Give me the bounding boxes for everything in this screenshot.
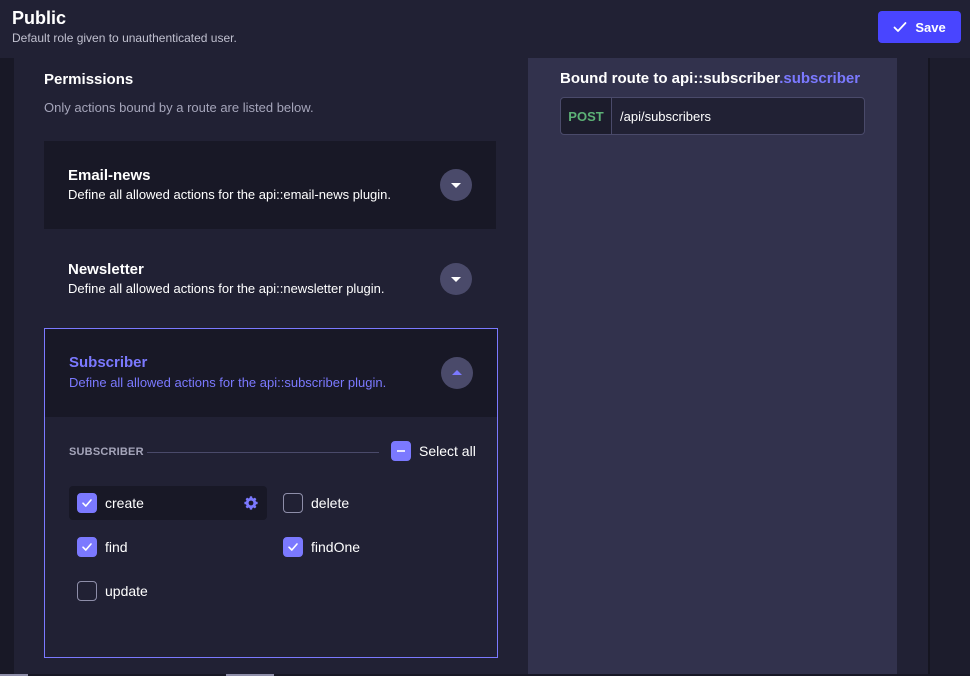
- accordion-email-news[interactable]: Email-news Define all allowed actions fo…: [44, 141, 496, 229]
- action-create[interactable]: create: [69, 486, 267, 520]
- route-display: POST /api/subscribers: [560, 97, 865, 135]
- accordion-description: Define all allowed actions for the api::…: [69, 375, 387, 390]
- bound-route-panel: Bound route to api::subscriber.subscribe…: [528, 58, 897, 674]
- accordion-title: Subscriber: [69, 354, 148, 371]
- accordion-header[interactable]: Newsletter Define all allowed actions fo…: [44, 235, 496, 323]
- action-delete[interactable]: delete: [283, 486, 349, 520]
- action-label: update: [105, 583, 148, 599]
- save-button[interactable]: Save: [878, 11, 961, 43]
- chevron-down-icon: [451, 183, 461, 188]
- action-find[interactable]: find: [77, 530, 128, 564]
- check-icon: [82, 543, 92, 551]
- page-title: Public: [12, 8, 67, 28]
- permissions-title: Permissions: [44, 71, 134, 88]
- checkbox[interactable]: [77, 493, 97, 513]
- gear-icon[interactable]: [243, 495, 259, 511]
- chevron-down-icon: [451, 277, 461, 282]
- accordion-header[interactable]: Subscriber Define all allowed actions fo…: [45, 329, 497, 417]
- checkbox[interactable]: [77, 537, 97, 557]
- action-label: create: [105, 495, 144, 511]
- check-icon: [82, 499, 92, 507]
- expand-toggle-button[interactable]: [440, 169, 472, 201]
- expand-toggle-button[interactable]: [440, 263, 472, 295]
- checkbox[interactable]: [77, 581, 97, 601]
- action-label: findOne: [311, 539, 361, 555]
- accordion-header[interactable]: Email-news Define all allowed actions fo…: [44, 141, 496, 229]
- page-header: Public Default role given to unauthentic…: [0, 0, 970, 58]
- check-icon: [893, 22, 907, 32]
- checkbox[interactable]: [283, 493, 303, 513]
- check-icon: [288, 543, 298, 551]
- http-method-badge: POST: [561, 98, 612, 134]
- bound-route-title: Bound route to api::subscriber.subscribe…: [560, 70, 860, 87]
- accordion-newsletter[interactable]: Newsletter Define all allowed actions fo…: [44, 235, 496, 323]
- action-update[interactable]: update: [77, 574, 148, 608]
- accordion-description: Define all allowed actions for the api::…: [68, 187, 392, 202]
- action-findone[interactable]: findOne: [283, 530, 360, 564]
- route-path: /api/subscribers: [620, 108, 712, 124]
- minus-icon: [397, 450, 405, 452]
- save-button-label: Save: [915, 19, 946, 35]
- bound-route-action: .subscriber: [779, 70, 861, 87]
- select-all-label: Select all: [419, 443, 476, 459]
- indeterminate-checkbox[interactable]: [391, 441, 411, 461]
- section-divider: [147, 452, 379, 453]
- section-label: SUBSCRIBER: [69, 446, 144, 458]
- bound-route-prefix: Bound route to api::subscriber: [560, 70, 780, 87]
- page-subtitle: Default role given to unauthenticated us…: [12, 31, 237, 45]
- divider: [928, 58, 930, 674]
- collapse-toggle-button[interactable]: [441, 357, 473, 389]
- accordion-title: Newsletter: [68, 261, 144, 278]
- accordion-subscriber[interactable]: Subscriber Define all allowed actions fo…: [44, 328, 498, 658]
- side-strip: [928, 58, 970, 674]
- checkbox[interactable]: [283, 537, 303, 557]
- action-label: find: [105, 539, 128, 555]
- chevron-up-icon: [452, 370, 462, 375]
- permissions-card: Permissions Only actions bound by a rout…: [14, 58, 928, 674]
- accordion-title: Email-news: [68, 167, 151, 184]
- permissions-panel: Permissions Only actions bound by a rout…: [44, 58, 498, 674]
- permissions-subtitle: Only actions bound by a route are listed…: [44, 100, 314, 115]
- accordion-description: Define all allowed actions for the api::…: [68, 281, 385, 296]
- select-all-checkbox[interactable]: Select all: [391, 441, 476, 461]
- action-label: delete: [311, 495, 350, 511]
